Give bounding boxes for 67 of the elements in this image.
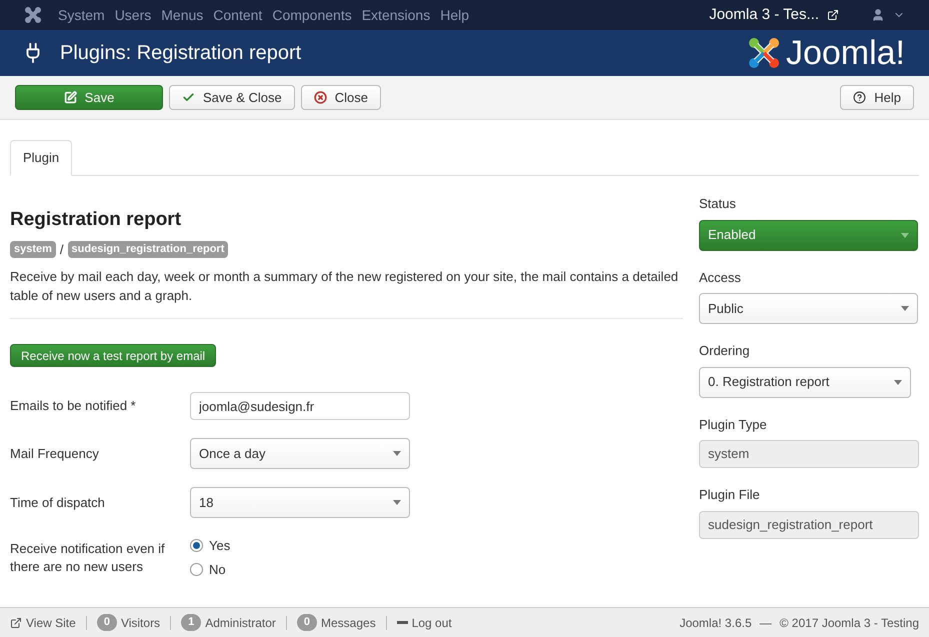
status-select[interactable]: Enabled — [699, 220, 918, 250]
menu-item[interactable]: Help — [440, 4, 469, 26]
status-link[interactable]: View Site — [26, 614, 76, 632]
field-label: Plugin Type — [699, 416, 768, 434]
field-label: Ordering — [699, 342, 751, 360]
external-link-icon — [827, 9, 839, 21]
readonly-field: system — [699, 440, 919, 468]
readonly-field: sudesign_registration_report — [699, 510, 919, 538]
toolbar-button[interactable]: Save & Close — [169, 85, 295, 110]
radio-button[interactable] — [190, 562, 203, 576]
menu-item[interactable]: Content — [213, 4, 262, 26]
copyright-text: © 2017 Joomla 3 - Testing — [780, 614, 919, 632]
radio-label: Yes — [209, 537, 230, 555]
menu-item[interactable]: Extensions — [362, 4, 430, 26]
menu-item[interactable]: Users — [114, 4, 152, 26]
edit-icon — [64, 91, 77, 104]
status-link[interactable]: Visitors — [120, 614, 160, 632]
dash-text: — — [760, 614, 772, 632]
count-badge: 0 — [296, 614, 317, 631]
caret-icon — [393, 451, 401, 456]
input-field[interactable]: joomla@sudesign.fr — [190, 392, 410, 420]
status-link[interactable]: Messages — [321, 614, 376, 632]
plugin-description: Receive by mail each day, week or month a summary of the new registered on your site, the mail contains a detailed table of new users and a graph. — [10, 267, 683, 319]
separator-text: / — [60, 240, 64, 258]
caret-icon — [901, 232, 909, 238]
menu-item[interactable]: System — [58, 4, 105, 26]
element-label: sudesign_registration_report — [68, 241, 228, 258]
field-label: Plugin File — [699, 486, 761, 504]
select-field[interactable]: 18 — [190, 487, 410, 518]
caret-icon — [901, 306, 909, 311]
page-title: Plugins: Registration report — [60, 41, 302, 66]
user-icon[interactable] — [871, 8, 885, 22]
site-link[interactable]: Joomla 3 - Tes... — [709, 4, 819, 26]
tab[interactable]: Plugin — [10, 140, 72, 176]
toolbar-button[interactable]: Close — [300, 85, 382, 110]
caret-icon — [894, 380, 902, 384]
field-label: Mail Frequency — [10, 444, 100, 462]
external-link-icon — [10, 616, 22, 628]
select-field[interactable]: 0. Registration report — [699, 366, 911, 398]
field-label: Access — [699, 268, 742, 286]
field-label: Emails to be notified * — [10, 397, 137, 415]
status-link[interactable]: Log out — [412, 614, 452, 632]
menu-item[interactable]: Components — [272, 4, 352, 26]
check-icon — [182, 91, 195, 104]
count-badge: 0 — [96, 614, 117, 631]
radio-label: No — [209, 560, 226, 578]
count-badge: 1 — [181, 614, 202, 631]
toolbar-button[interactable]: Save — [15, 85, 163, 110]
test-report-button[interactable]: Receive now a test report by email — [10, 344, 216, 367]
logo-text: Joomla! — [786, 36, 905, 70]
folder-label: system — [10, 241, 56, 258]
version-text: Joomla! 3.6.5 — [680, 614, 752, 632]
status-link[interactable]: Administrator — [205, 614, 276, 632]
field-label: Status — [699, 195, 737, 213]
caret-icon — [393, 500, 401, 505]
help-button[interactable]: Help — [840, 85, 914, 110]
field-label: Time of dispatch — [10, 494, 106, 512]
select-field[interactable]: Once a day — [190, 438, 410, 469]
plugin-title: Registration report — [10, 208, 182, 232]
help-icon — [853, 91, 866, 104]
field-label: Receive notification even if there are no new users — [10, 540, 166, 576]
close-icon — [314, 91, 327, 104]
menu-item[interactable]: Menus — [161, 4, 204, 26]
logo-icon[interactable] — [24, 6, 42, 24]
radio-button[interactable] — [190, 539, 203, 552]
select-field[interactable]: Public — [699, 293, 918, 324]
minus-icon — [396, 621, 408, 624]
